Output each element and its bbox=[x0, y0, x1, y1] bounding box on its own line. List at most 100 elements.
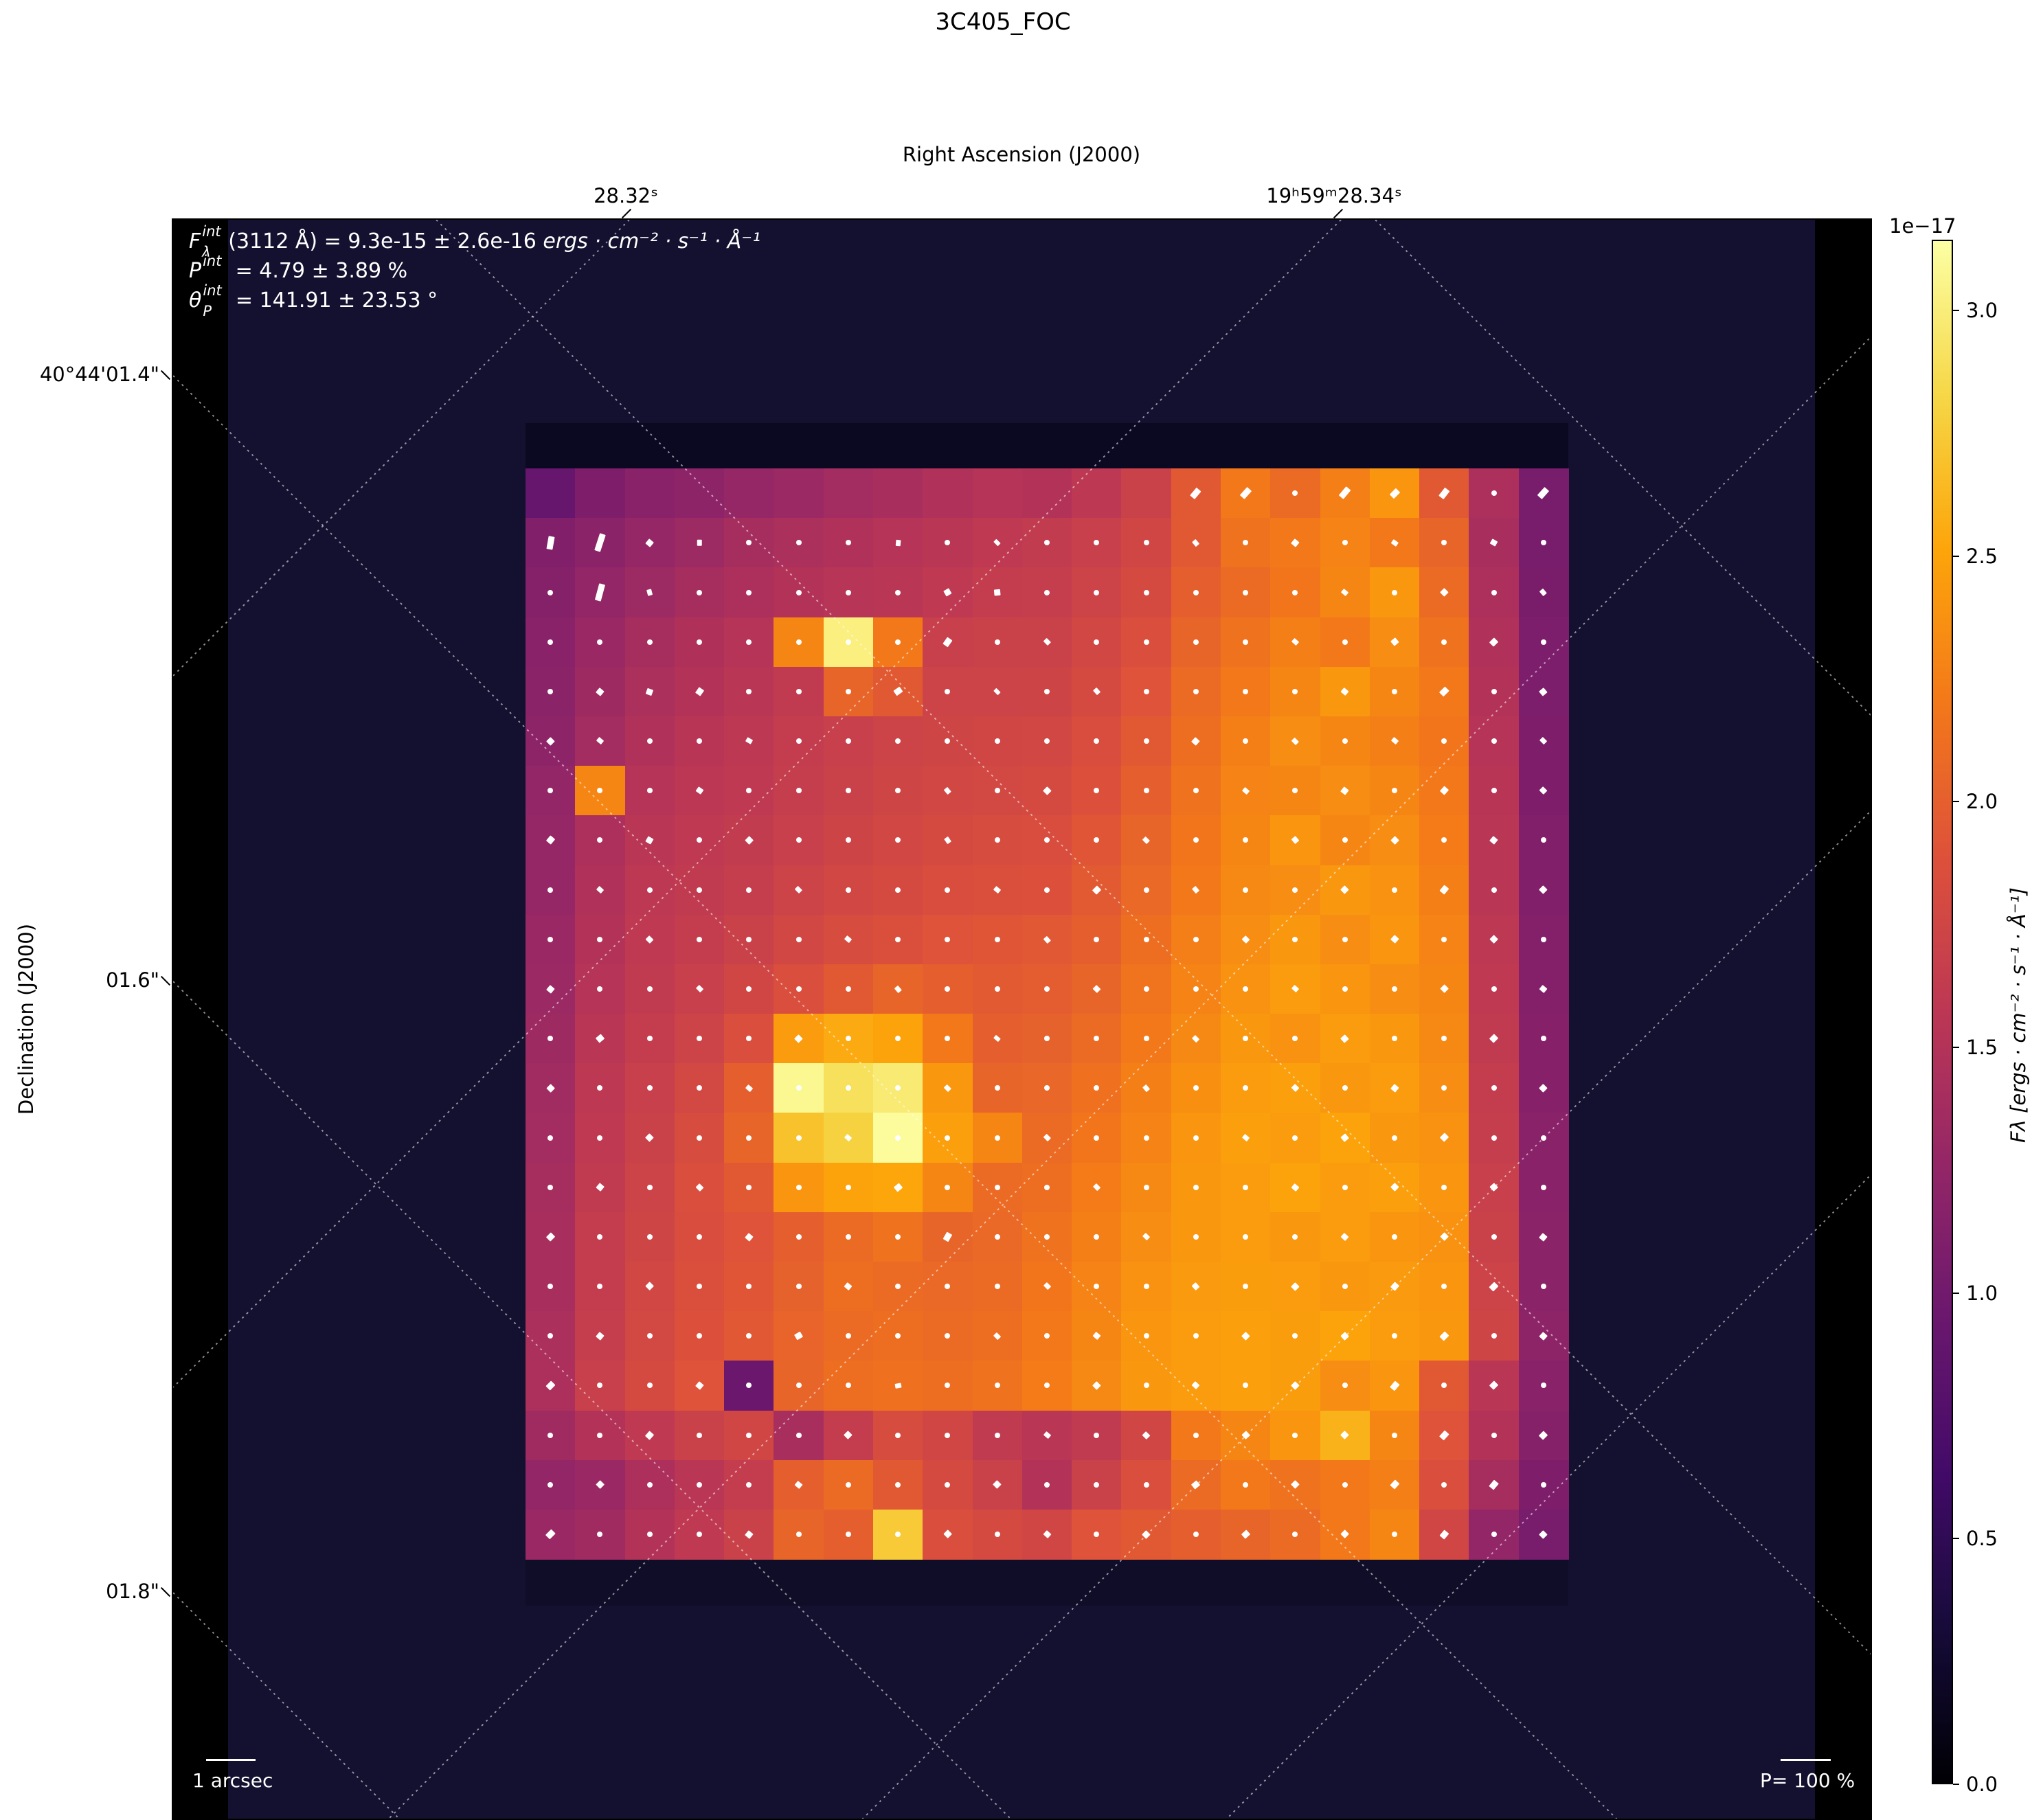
polarization-dot bbox=[1541, 1185, 1546, 1190]
polarization-vector bbox=[697, 540, 702, 546]
polarization-dot bbox=[746, 1482, 752, 1488]
polarization-dot bbox=[1144, 1185, 1149, 1190]
polarization-dot bbox=[597, 1135, 602, 1141]
arcsec-scalebar-label: 1 arcsec bbox=[192, 1769, 273, 1792]
polarization-dot bbox=[846, 1532, 851, 1537]
polarization-dot bbox=[1541, 1284, 1546, 1289]
polarization-dot bbox=[1491, 788, 1497, 793]
y-tickmark-1 bbox=[161, 370, 170, 380]
colorbar bbox=[1932, 240, 1953, 1784]
polarization-dot bbox=[1243, 639, 1248, 645]
heatmap-cell bbox=[1022, 468, 1072, 519]
polarization-dot bbox=[548, 1185, 553, 1190]
polarization-dot bbox=[1044, 738, 1050, 744]
polarization-dot bbox=[1044, 689, 1050, 694]
polarization-dot bbox=[1193, 1532, 1199, 1537]
polarization-dot bbox=[796, 937, 802, 942]
polarization-dot bbox=[1144, 937, 1149, 942]
polarization-dot bbox=[1491, 1085, 1497, 1091]
polarization-dot bbox=[746, 1185, 752, 1190]
polarization-dot bbox=[1193, 1433, 1199, 1438]
polarization-dot bbox=[548, 887, 553, 893]
arcsec-scalebar bbox=[206, 1759, 256, 1761]
polarization-dot bbox=[1144, 1284, 1149, 1289]
polarization-dot bbox=[1342, 1482, 1348, 1488]
polarization-dot bbox=[1144, 590, 1149, 595]
polarization-annotation: Pint = 4.79 ± 3.89 % bbox=[189, 256, 760, 286]
heatmap-cell bbox=[625, 468, 675, 519]
polarization-dot bbox=[846, 639, 851, 645]
polarization-dot bbox=[1144, 1383, 1149, 1388]
figure: 3C405_FOC Right Ascension (J2000) 28.32ˢ… bbox=[0, 0, 2043, 1820]
polarization-dot bbox=[796, 1185, 802, 1190]
polarization-dot bbox=[1441, 1482, 1447, 1488]
polarization-dot bbox=[796, 1284, 802, 1289]
polarization-dot bbox=[1491, 1234, 1497, 1240]
polarization-dot bbox=[1094, 1135, 1099, 1141]
polarization-dot bbox=[697, 1433, 702, 1438]
polarization-dot bbox=[1342, 540, 1348, 545]
polarization-dot bbox=[597, 639, 602, 645]
polarization-dot bbox=[697, 1135, 702, 1141]
polarization-dot bbox=[846, 1036, 851, 1041]
polarization-dot bbox=[1144, 689, 1149, 694]
polarization-dot bbox=[1491, 490, 1497, 496]
polarization-dot bbox=[846, 1185, 851, 1190]
polarization-dot bbox=[1541, 937, 1546, 942]
polarization-dot bbox=[1243, 689, 1248, 694]
polarization-dot bbox=[995, 1234, 1000, 1240]
polarization-dot bbox=[647, 1234, 653, 1240]
polarization-vector bbox=[994, 589, 1001, 596]
polarization-dot bbox=[647, 986, 653, 992]
y-tickmark-3 bbox=[161, 1587, 170, 1597]
colorbar-tickmark bbox=[1953, 1784, 1959, 1785]
polarization-dot bbox=[1193, 689, 1199, 694]
polarization-dot bbox=[1292, 1135, 1298, 1141]
polarization-dot bbox=[1342, 937, 1348, 942]
x-axis-label: Right Ascension (J2000) bbox=[903, 143, 1140, 166]
polarization-dot bbox=[945, 887, 950, 893]
polarization-dot bbox=[796, 788, 802, 793]
polarization-dot bbox=[697, 1284, 702, 1289]
polarization-dot bbox=[647, 788, 653, 793]
polarization-dot bbox=[647, 1482, 653, 1488]
polarization-dot bbox=[995, 1433, 1000, 1438]
y-tickmark-2 bbox=[161, 976, 170, 986]
polarization-dot bbox=[1144, 1135, 1149, 1141]
polarization-dot bbox=[1541, 1036, 1546, 1041]
polarization-dot bbox=[846, 887, 851, 893]
polarization-dot bbox=[796, 986, 802, 992]
colorbar-tickmark bbox=[1953, 1293, 1959, 1294]
polarization-dot bbox=[1392, 887, 1397, 893]
colorbar-tickmark bbox=[1953, 1538, 1959, 1539]
polarization-dot bbox=[796, 1433, 802, 1438]
polarization-dot bbox=[1342, 986, 1348, 992]
polarization-dot bbox=[697, 937, 702, 942]
polarization-vector bbox=[894, 1383, 901, 1389]
polarization-dot bbox=[1193, 1234, 1199, 1240]
polarization-dot bbox=[647, 1532, 653, 1537]
heatmap-cell bbox=[724, 468, 774, 519]
colorbar-tick-label: 1.0 bbox=[1966, 1282, 1998, 1305]
polarization-dot bbox=[1392, 1234, 1397, 1240]
colorbar-axis-label: Fλ [ergs · cm⁻² · s⁻¹ · Å⁻¹] bbox=[2007, 887, 2030, 1143]
polarization-dot bbox=[846, 1482, 851, 1488]
polarization-dot bbox=[1243, 1185, 1248, 1190]
polarization-dot bbox=[647, 887, 653, 893]
polarization-dot bbox=[846, 986, 851, 992]
angle-annotation: θintP = 141.91 ± 23.53 ° bbox=[189, 286, 760, 315]
polarization-dot bbox=[1094, 639, 1099, 645]
polarization-dot bbox=[1243, 590, 1248, 595]
polarization-dot bbox=[895, 1135, 901, 1141]
polarization-dot bbox=[1044, 887, 1050, 893]
polarization-dot bbox=[1491, 689, 1497, 694]
polarization-dot bbox=[697, 590, 702, 595]
polarization-dot bbox=[1243, 1234, 1248, 1240]
polarization-dot bbox=[746, 887, 752, 893]
polarization-dot bbox=[597, 1433, 602, 1438]
polarization-dot bbox=[796, 1234, 802, 1240]
polarization-dot bbox=[1193, 1135, 1199, 1141]
polarization-dot bbox=[647, 1333, 653, 1339]
polarization-dot bbox=[1491, 738, 1497, 744]
colorbar-tick-label: 0.0 bbox=[1966, 1773, 1998, 1796]
